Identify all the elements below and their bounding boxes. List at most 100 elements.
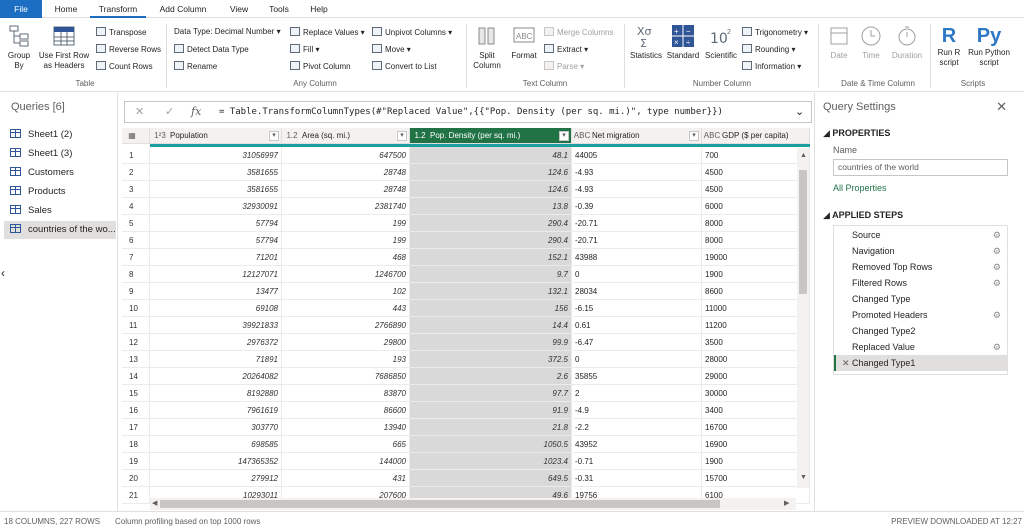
table-cell[interactable]: -4.93 bbox=[572, 181, 702, 198]
table-cell[interactable]: 12127071 bbox=[150, 266, 282, 283]
table-cell[interactable]: 48.1 bbox=[410, 147, 572, 164]
table-cell[interactable]: 83870 bbox=[282, 385, 410, 402]
table-cell[interactable]: 3581655 bbox=[150, 164, 282, 181]
table-cell[interactable]: -20.71 bbox=[572, 232, 702, 249]
horizontal-scrollbar[interactable]: ◀ ▶ bbox=[150, 498, 796, 510]
tab-transform[interactable]: Transform bbox=[90, 0, 146, 18]
applied-step[interactable]: Promoted Headers ⚙ bbox=[834, 307, 1007, 323]
reverse-rows-button[interactable]: Reverse Rows bbox=[96, 44, 161, 55]
type-icon[interactable]: 1.2 bbox=[282, 128, 302, 143]
query-item[interactable]: Sheet1 (3) bbox=[4, 145, 116, 163]
move-button[interactable]: Move ▾ bbox=[372, 44, 411, 55]
table-cell[interactable]: 43952 bbox=[572, 436, 702, 453]
row-number[interactable]: 13 bbox=[122, 351, 150, 368]
table-cell[interactable]: 2766890 bbox=[282, 317, 410, 334]
table-cell[interactable]: 443 bbox=[282, 300, 410, 317]
table-cell[interactable]: 71201 bbox=[150, 249, 282, 266]
table-cell[interactable]: 28748 bbox=[282, 164, 410, 181]
table-cell[interactable]: 69108 bbox=[150, 300, 282, 317]
column-header[interactable]: 1.2 Area (sq. mi.) ▾ bbox=[282, 128, 410, 144]
gear-icon[interactable]: ⚙ bbox=[993, 339, 1001, 355]
applied-step[interactable]: Changed Type1 ✕ bbox=[834, 355, 1007, 371]
table-cell[interactable]: 2 bbox=[572, 385, 702, 402]
type-icon[interactable]: 1.2 bbox=[410, 128, 430, 143]
all-properties-link[interactable]: All Properties bbox=[833, 183, 887, 193]
table-cell[interactable]: 13477 bbox=[150, 283, 282, 300]
close-icon[interactable]: ✕ bbox=[996, 99, 1007, 115]
tab-add-column[interactable]: Add Column bbox=[152, 0, 214, 18]
applied-step[interactable]: Source ⚙ bbox=[834, 227, 1007, 243]
table-cell[interactable]: 99.9 bbox=[410, 334, 572, 351]
extract-button[interactable]: Extract ▾ bbox=[544, 44, 588, 55]
run-r-script-button[interactable]: R Run R script bbox=[932, 24, 966, 68]
scientific-button[interactable]: 10 2 Scientific bbox=[702, 24, 740, 61]
table-cell[interactable]: 431 bbox=[282, 470, 410, 487]
filter-dropdown-icon[interactable]: ▾ bbox=[397, 131, 407, 141]
table-cell[interactable]: 97.7 bbox=[410, 385, 572, 402]
table-cell[interactable]: -20.71 bbox=[572, 215, 702, 232]
collapse-left-icon[interactable]: ‹ bbox=[1, 266, 5, 280]
table-cell[interactable]: 29800 bbox=[282, 334, 410, 351]
table-cell[interactable]: 31056997 bbox=[150, 147, 282, 164]
run-python-script-button[interactable]: Py Run Python script bbox=[966, 24, 1012, 68]
scroll-left-icon[interactable]: ◀ bbox=[152, 499, 157, 507]
rename-button[interactable]: Rename bbox=[174, 61, 217, 72]
rounding-button[interactable]: Rounding ▾ bbox=[742, 44, 796, 55]
row-number[interactable]: 3 bbox=[122, 181, 150, 198]
table-cell[interactable]: 11000 bbox=[702, 300, 810, 317]
date-button[interactable]: Date bbox=[822, 24, 856, 61]
scroll-down-icon[interactable]: ▼ bbox=[800, 474, 807, 481]
applied-step[interactable]: Navigation ⚙ bbox=[834, 243, 1007, 259]
table-cell[interactable]: 468 bbox=[282, 249, 410, 266]
table-cell[interactable]: 665 bbox=[282, 436, 410, 453]
row-number[interactable]: 7 bbox=[122, 249, 150, 266]
table-cell[interactable]: -0.39 bbox=[572, 198, 702, 215]
table-cell[interactable]: 28034 bbox=[572, 283, 702, 300]
table-cell[interactable]: 156 bbox=[410, 300, 572, 317]
applied-step[interactable]: Replaced Value ⚙ bbox=[834, 339, 1007, 355]
gear-icon[interactable]: ⚙ bbox=[993, 259, 1001, 275]
column-header[interactable]: ABC Net migration ▾ bbox=[572, 128, 702, 144]
table-cell[interactable]: -6.47 bbox=[572, 334, 702, 351]
tab-file[interactable]: File bbox=[0, 0, 42, 18]
type-icon[interactable]: ABC bbox=[702, 128, 722, 143]
table-cell[interactable]: 4500 bbox=[702, 181, 810, 198]
applied-step[interactable]: Changed Type2 bbox=[834, 323, 1007, 339]
row-number[interactable]: 5 bbox=[122, 215, 150, 232]
row-number[interactable]: 19 bbox=[122, 453, 150, 470]
table-cell[interactable]: -0.31 bbox=[572, 470, 702, 487]
row-number[interactable]: 11 bbox=[122, 317, 150, 334]
table-cell[interactable]: 91.9 bbox=[410, 402, 572, 419]
table-cell[interactable]: 44005 bbox=[572, 147, 702, 164]
table-cell[interactable]: 1050.5 bbox=[410, 436, 572, 453]
table-cell[interactable]: 8000 bbox=[702, 232, 810, 249]
row-number[interactable]: 2 bbox=[122, 164, 150, 181]
select-all-corner[interactable]: ▦ bbox=[122, 128, 150, 144]
table-cell[interactable]: 7686850 bbox=[282, 368, 410, 385]
group-by-button[interactable]: Group By bbox=[4, 24, 34, 71]
filter-dropdown-icon[interactable]: ▾ bbox=[269, 131, 279, 141]
filter-dropdown-icon[interactable]: ▾ bbox=[559, 131, 569, 141]
table-cell[interactable]: 9.7 bbox=[410, 266, 572, 283]
query-item[interactable]: Sheet1 (2) bbox=[4, 126, 116, 144]
query-item[interactable]: Sales bbox=[4, 202, 116, 220]
type-icon[interactable]: ABC bbox=[572, 128, 592, 143]
table-cell[interactable]: 1900 bbox=[702, 266, 810, 283]
table-cell[interactable]: 6000 bbox=[702, 198, 810, 215]
tab-tools[interactable]: Tools bbox=[262, 0, 296, 18]
table-cell[interactable]: -0.71 bbox=[572, 453, 702, 470]
query-item[interactable]: Customers bbox=[4, 164, 116, 182]
table-cell[interactable]: 2976372 bbox=[150, 334, 282, 351]
row-number[interactable]: 9 bbox=[122, 283, 150, 300]
table-cell[interactable]: 3581655 bbox=[150, 181, 282, 198]
scroll-thumb[interactable] bbox=[160, 500, 720, 508]
table-cell[interactable]: 15700 bbox=[702, 470, 810, 487]
type-icon[interactable]: 1²3 bbox=[150, 128, 170, 143]
row-number[interactable]: 6 bbox=[122, 232, 150, 249]
formula-input[interactable]: = Table.TransformColumnTypes(#"Replaced … bbox=[219, 107, 723, 117]
gear-icon[interactable]: ⚙ bbox=[993, 227, 1001, 243]
column-header-selected[interactable]: 1.2 Pop. Density (per sq. mi.) ▾ bbox=[410, 128, 572, 144]
row-number[interactable]: 18 bbox=[122, 436, 150, 453]
table-cell[interactable]: 199 bbox=[282, 215, 410, 232]
table-cell[interactable]: 28748 bbox=[282, 181, 410, 198]
